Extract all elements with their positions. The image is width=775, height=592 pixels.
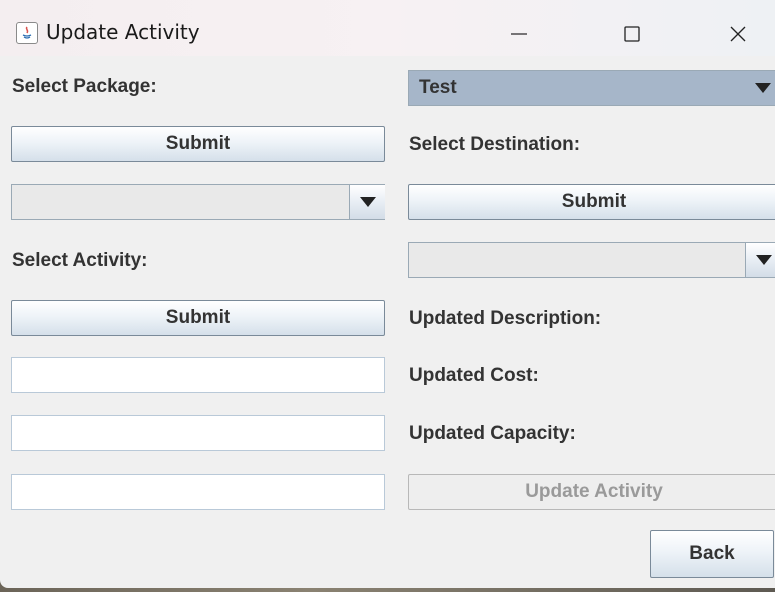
chevron-down-icon[interactable] [349, 185, 385, 219]
description-field[interactable] [11, 357, 385, 393]
title-bar[interactable]: Update Activity [0, 0, 775, 56]
updated-capacity-label: Updated Capacity: [409, 423, 576, 444]
update-activity-window: Update Activity Select Package: Test Sub… [0, 0, 775, 588]
cost-field[interactable] [11, 415, 385, 451]
select-activity-label: Select Activity: [12, 250, 148, 271]
capacity-field[interactable] [11, 474, 385, 510]
java-icon [16, 22, 38, 44]
select-destination-label: Select Destination: [409, 134, 581, 155]
minimize-icon[interactable] [496, 14, 542, 54]
close-icon[interactable] [715, 14, 761, 54]
package-combobox-value: Test [419, 77, 457, 98]
maximize-icon[interactable] [609, 14, 655, 54]
select-package-label: Select Package: [12, 76, 157, 97]
chevron-down-icon[interactable] [745, 243, 775, 277]
package-combobox[interactable]: Test [408, 70, 775, 106]
chevron-down-icon[interactable] [745, 71, 775, 105]
submit-destination-button[interactable]: Submit [408, 184, 775, 220]
update-activity-button[interactable]: Update Activity [408, 474, 775, 510]
window-title: Update Activity [46, 20, 200, 44]
submit-activity-button[interactable]: Submit [11, 300, 385, 336]
back-button[interactable]: Back [650, 530, 774, 578]
updated-description-label: Updated Description: [409, 308, 602, 329]
destination-combobox[interactable] [11, 184, 385, 220]
activity-combobox[interactable] [408, 242, 775, 278]
submit-package-button[interactable]: Submit [11, 126, 385, 162]
updated-cost-label: Updated Cost: [409, 365, 539, 386]
